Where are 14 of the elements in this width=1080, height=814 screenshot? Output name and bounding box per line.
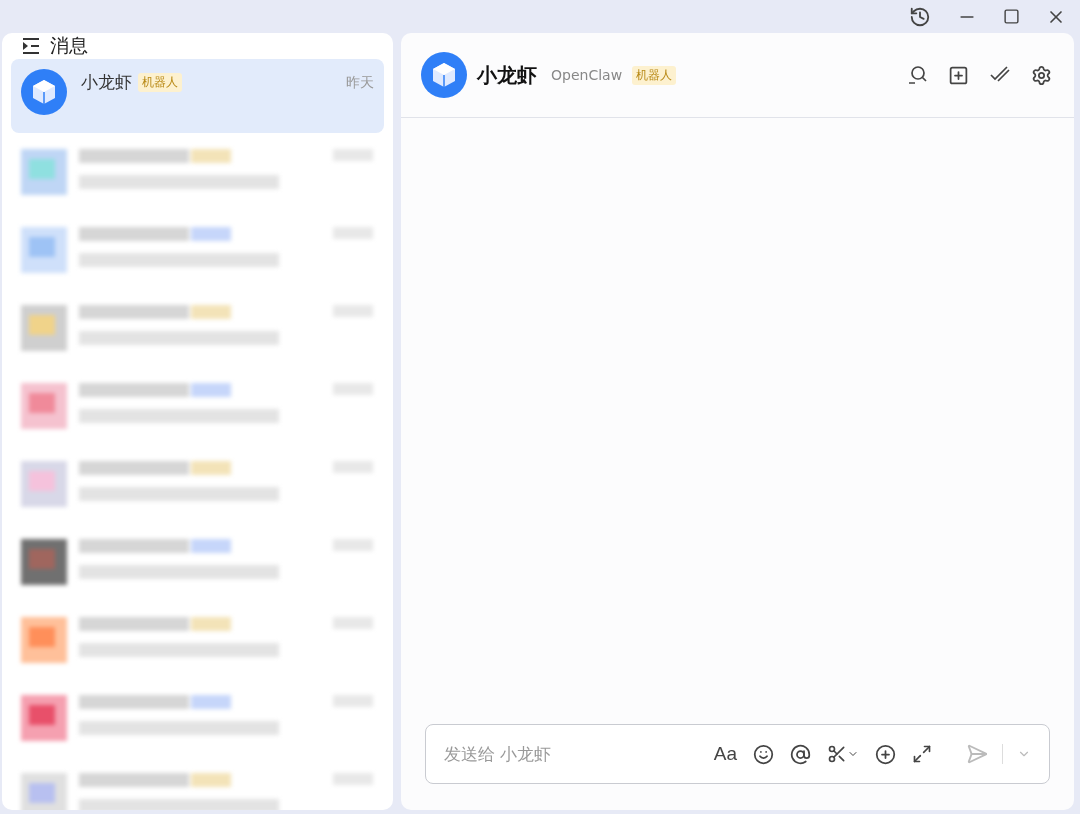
format-button[interactable]: Aa xyxy=(711,743,739,765)
cube-avatar-icon xyxy=(421,52,467,98)
message-input[interactable]: 发送给 小龙虾 Aa xyxy=(425,724,1050,784)
bot-tag: 机器人 xyxy=(632,65,677,85)
conversation-time: 昨天 xyxy=(346,73,374,92)
bot-tag: 机器人 xyxy=(138,73,182,92)
collapse-menu-icon[interactable] xyxy=(22,38,40,54)
chat-title: 小龙虾 xyxy=(477,61,537,89)
conversation-item[interactable]: 小龙虾 机器人 昨天 xyxy=(11,59,384,133)
chat-subtitle: OpenClaw xyxy=(551,67,623,83)
contact-name: 小龙虾 xyxy=(81,71,132,94)
sidebar-title: 消息 xyxy=(50,33,88,58)
cube-avatar-icon xyxy=(21,69,67,115)
maximize-icon[interactable] xyxy=(1001,6,1022,27)
